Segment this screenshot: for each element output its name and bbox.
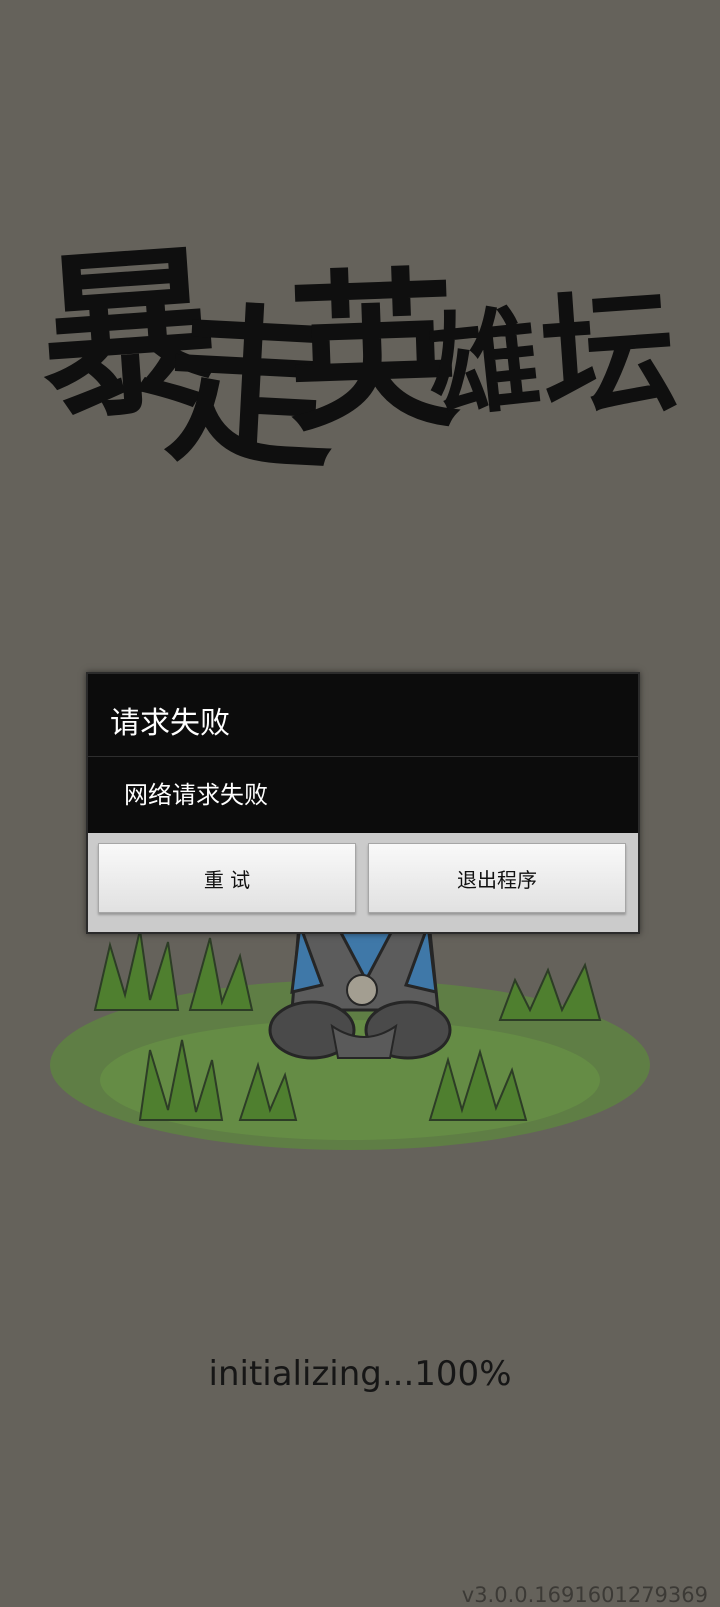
dialog-body: 网络请求失败	[88, 757, 638, 833]
retry-button[interactable]: 重 试	[98, 843, 356, 913]
exit-button[interactable]: 退出程序	[368, 843, 626, 913]
logo-char-4: 雄	[421, 292, 547, 435]
version-label: v3.0.0.1691601279369	[461, 1583, 708, 1607]
dialog-header: 请求失败	[88, 674, 638, 757]
game-logo: 暴 走 英 雄 坛	[33, 224, 686, 493]
loading-status-text: initializing...100%	[208, 1354, 512, 1394]
error-dialog: 请求失败 网络请求失败 重 试 退出程序	[86, 672, 640, 934]
dialog-title: 请求失败	[110, 706, 230, 741]
dialog-message: 网络请求失败	[124, 781, 268, 809]
dialog-button-bar: 重 试 退出程序	[88, 833, 638, 932]
logo-char-5: 坛	[536, 271, 682, 439]
